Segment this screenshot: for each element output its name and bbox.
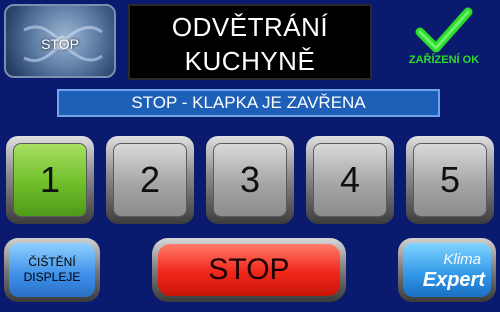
checkmark-icon xyxy=(415,7,473,53)
speed-button-5[interactable]: 5 xyxy=(406,136,494,224)
status-message: STOP - KLAPKA JE ZAVŘENA xyxy=(57,89,440,117)
speed-label: 2 xyxy=(113,143,187,217)
speed-button-4[interactable]: 4 xyxy=(306,136,394,224)
speed-label: 5 xyxy=(413,143,487,217)
speed-label: 3 xyxy=(213,143,287,217)
device-status-text: ZAŘÍZENÍ OK xyxy=(408,54,480,66)
klima-expert-logo-button[interactable]: Klima Expert xyxy=(398,238,496,302)
speed-button-1[interactable]: 1 xyxy=(6,136,94,224)
device-status: ZAŘÍZENÍ OK xyxy=(392,6,496,82)
clean-label-line-1: ČIŠTĚNÍ xyxy=(28,255,76,269)
clean-label-line-2: DISPLEJE xyxy=(23,270,81,284)
speed-label: 1 xyxy=(13,143,87,217)
title-line-1: ODVĚTRÁNÍ xyxy=(171,12,329,42)
clean-display-button[interactable]: ČIŠTĚNÍ DISPLEJE xyxy=(4,238,100,302)
logo-text-line-1: Klima xyxy=(443,251,481,268)
speed-button-3[interactable]: 3 xyxy=(206,136,294,224)
fan-status-button[interactable]: STOP xyxy=(4,4,116,78)
speed-label: 4 xyxy=(313,143,387,217)
page-title: ODVĚTRÁNÍ KUCHYNĚ xyxy=(128,4,372,80)
fan-state-label: STOP xyxy=(41,36,79,52)
stop-button[interactable]: STOP xyxy=(152,238,346,302)
logo-text-line-2: Expert xyxy=(422,269,485,291)
stop-button-label: STOP xyxy=(158,244,340,296)
title-line-2: KUCHYNĚ xyxy=(184,46,316,76)
speed-button-2[interactable]: 2 xyxy=(106,136,194,224)
